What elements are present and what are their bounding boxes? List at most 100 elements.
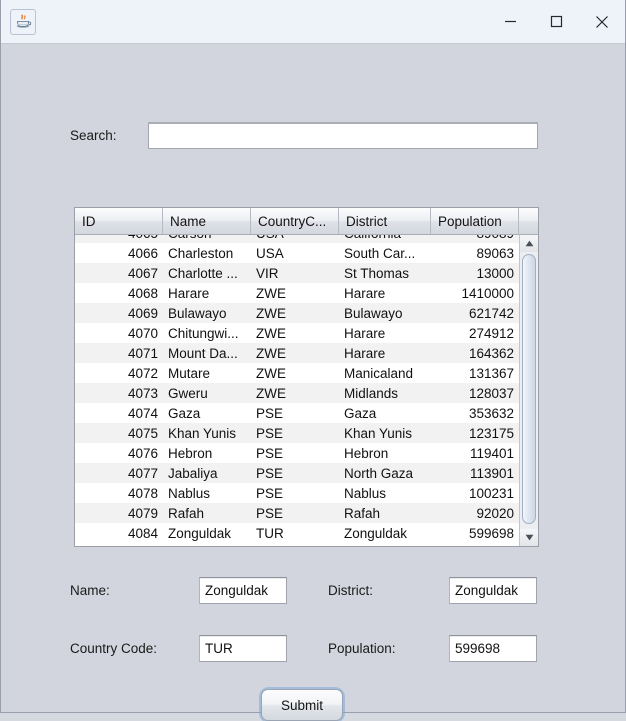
table-row[interactable]: 4079 Rafah PSE Rafah 92020 bbox=[75, 503, 519, 523]
table-row[interactable]: 4068 Harare ZWE Harare 1410000 bbox=[75, 283, 519, 303]
window-controls bbox=[487, 0, 625, 44]
table-row[interactable]: 4067 Charlotte ... VIR St Thomas 13000 bbox=[75, 263, 519, 283]
cell-id: 4072 bbox=[127, 365, 158, 381]
column-header-population[interactable]: Population bbox=[431, 208, 519, 234]
cell-district: Midlands bbox=[344, 385, 399, 401]
cell-district: Harare bbox=[344, 345, 386, 361]
cell-countrycode: ZWE bbox=[256, 285, 286, 301]
cell-id: 4066 bbox=[127, 245, 158, 261]
cell-district: Harare bbox=[344, 285, 386, 301]
scroll-up-arrow-icon[interactable] bbox=[520, 235, 538, 252]
cell-countrycode: PSE bbox=[256, 425, 284, 441]
name-input[interactable]: Zonguldak bbox=[199, 577, 287, 604]
cell-population: 274912 bbox=[468, 325, 514, 341]
column-header-countrycode[interactable]: CountryC... bbox=[251, 208, 339, 234]
maximize-icon[interactable] bbox=[533, 0, 579, 44]
submit-button[interactable]: Submit bbox=[261, 689, 343, 721]
cell-countrycode: VIR bbox=[256, 265, 279, 281]
cell-name: Gaza bbox=[168, 405, 201, 421]
district-input[interactable]: Zonguldak bbox=[449, 577, 537, 604]
cell-district: Gaza bbox=[344, 405, 377, 421]
table-row[interactable]: 4074 Gaza PSE Gaza 353632 bbox=[75, 403, 519, 423]
cell-countrycode: ZWE bbox=[256, 365, 286, 381]
cell-district: North Gaza bbox=[344, 465, 414, 481]
cell-id: 4074 bbox=[127, 405, 158, 421]
cell-id: 4077 bbox=[127, 465, 158, 481]
cell-id: 4079 bbox=[127, 505, 158, 521]
cell-countrycode: ZWE bbox=[256, 345, 286, 361]
cell-population: 123175 bbox=[468, 425, 514, 441]
cell-district: Nablus bbox=[344, 485, 387, 501]
cell-id: 4076 bbox=[127, 445, 158, 461]
cell-population: 621742 bbox=[468, 305, 514, 321]
table-row[interactable]: 4077 Jabaliya PSE North Gaza 113901 bbox=[75, 463, 519, 483]
cell-name: Zonguldak bbox=[168, 525, 232, 541]
cell-population: 164362 bbox=[468, 345, 514, 361]
close-icon[interactable] bbox=[579, 0, 625, 44]
cell-population: 353632 bbox=[468, 405, 514, 421]
scroll-down-arrow-icon[interactable] bbox=[520, 529, 538, 546]
cell-name: Bulawayo bbox=[168, 305, 227, 321]
cell-countrycode: TUR bbox=[256, 525, 284, 541]
cell-name: Carson bbox=[163, 235, 251, 243]
cell-district: South Car... bbox=[344, 245, 416, 261]
table-row[interactable]: 4069 Bulawayo ZWE Bulawayo 621742 bbox=[75, 303, 519, 323]
cell-population: 119401 bbox=[469, 445, 514, 461]
cities-table[interactable]: ID Name CountryC... District Population … bbox=[74, 207, 539, 547]
table-row[interactable]: 4072 Mutare ZWE Manicaland 131367 bbox=[75, 363, 519, 383]
table-body-viewport: 4065CarsonUSACalifornia890894066Charlest… bbox=[75, 235, 519, 546]
column-header-district[interactable]: District bbox=[339, 208, 431, 234]
population-label: Population: bbox=[328, 641, 396, 656]
table-vertical-scrollbar[interactable] bbox=[519, 235, 538, 546]
form-panel: Search: ID Name CountryC... District Pop… bbox=[1, 44, 625, 721]
cell-id: 4068 bbox=[127, 285, 158, 301]
scrollbar-track[interactable] bbox=[520, 252, 538, 529]
cell-countrycode: PSE bbox=[256, 405, 284, 421]
table-row[interactable]: 4084 Zonguldak TUR Zonguldak 599698 bbox=[75, 523, 519, 543]
column-header-name[interactable]: Name bbox=[163, 208, 251, 234]
cell-district: Harare bbox=[344, 325, 386, 341]
table-row[interactable]: 4071 Mount Da... ZWE Harare 164362 bbox=[75, 343, 519, 363]
cell-district: Khan Yunis bbox=[344, 425, 413, 441]
cell-population: 128037 bbox=[468, 385, 514, 401]
cell-countrycode: ZWE bbox=[256, 305, 286, 321]
cell-id: 4065 bbox=[75, 235, 163, 243]
cell-countrycode: ZWE bbox=[256, 385, 286, 401]
cell-id: 4078 bbox=[127, 485, 158, 501]
cell-name: Rafah bbox=[168, 505, 205, 521]
cell-population: 92020 bbox=[476, 505, 514, 521]
table-row[interactable]: 4070 Chitungwi... ZWE Harare 274912 bbox=[75, 323, 519, 343]
name-label: Name: bbox=[70, 583, 110, 598]
cell-id: 4084 bbox=[127, 525, 158, 541]
cell-name: Harare bbox=[168, 285, 210, 301]
table-row[interactable]: 4066 Charleston USA South Car... 89063 bbox=[75, 243, 519, 263]
table-row[interactable]: 4065CarsonUSACalifornia89089 bbox=[75, 235, 519, 243]
table-row[interactable]: 4076 Hebron PSE Hebron 119401 bbox=[75, 443, 519, 463]
cell-countrycode: ZWE bbox=[256, 325, 286, 341]
population-input[interactable]: 599698 bbox=[449, 635, 537, 662]
cell-name: Chitungwi... bbox=[168, 325, 239, 341]
cell-name: Gweru bbox=[168, 385, 208, 401]
column-header-filler bbox=[519, 208, 538, 234]
title-bar bbox=[1, 0, 625, 44]
cell-countrycode: PSE bbox=[256, 465, 284, 481]
cell-id: 4070 bbox=[127, 325, 158, 341]
cell-name: Jabaliya bbox=[168, 465, 218, 481]
cell-countrycode: USA bbox=[251, 235, 339, 243]
cell-name: Mutare bbox=[168, 365, 211, 381]
cell-countrycode: PSE bbox=[256, 485, 284, 501]
district-label: District: bbox=[328, 583, 373, 598]
table-row[interactable]: 4078 Nablus PSE Nablus 100231 bbox=[75, 483, 519, 503]
country-code-label: Country Code: bbox=[70, 641, 158, 656]
cell-countrycode: PSE bbox=[256, 445, 284, 461]
java-coffee-cup-icon bbox=[10, 8, 36, 35]
minimize-icon[interactable] bbox=[487, 0, 533, 44]
cell-id: 4073 bbox=[127, 385, 158, 401]
column-header-id[interactable]: ID bbox=[75, 208, 163, 234]
table-row[interactable]: 4075 Khan Yunis PSE Khan Yunis 123175 bbox=[75, 423, 519, 443]
cell-district: Zonguldak bbox=[344, 525, 408, 541]
scrollbar-thumb[interactable] bbox=[522, 254, 536, 524]
search-input[interactable] bbox=[148, 122, 538, 149]
country-code-input[interactable]: TUR bbox=[199, 635, 287, 662]
table-row[interactable]: 4073 Gweru ZWE Midlands 128037 bbox=[75, 383, 519, 403]
